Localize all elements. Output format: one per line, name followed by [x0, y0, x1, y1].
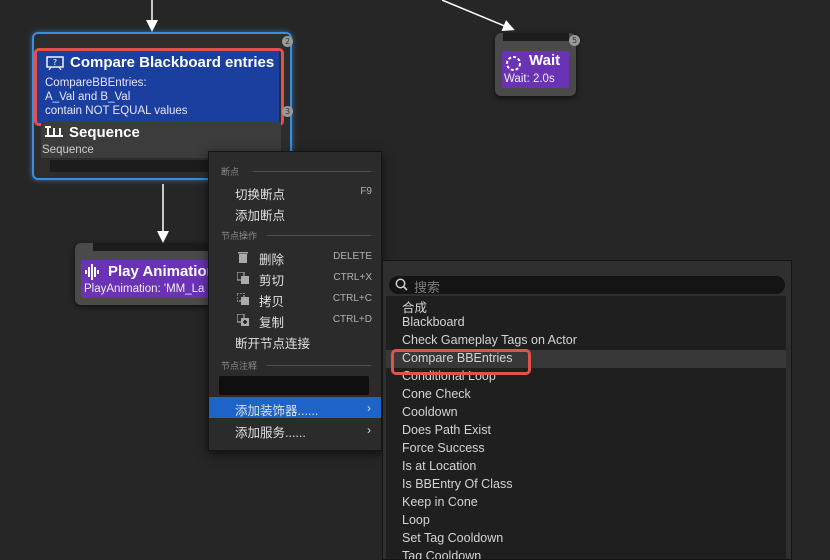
menu-item-break-links[interactable]: 断开节点连接	[209, 330, 381, 351]
list-item-label: Force Success	[402, 441, 485, 455]
menu-item-label: 切换断点	[235, 188, 286, 202]
play-animation-subtitle: PlayAnimation: 'MM_La	[84, 283, 205, 295]
section-divider	[267, 235, 371, 236]
play-animation-node[interactable]: Play Animation PlayAnimation: 'MM_La	[75, 243, 216, 305]
menu-item-label: 添加断点	[235, 209, 286, 223]
list-item[interactable]: Keep in Cone	[386, 494, 786, 512]
node-context-menu: 断点 切换断点 F9 添加断点 节点操作 删除 DELETE 剪切 CTRL+X…	[208, 151, 382, 451]
wait-title: Wait	[529, 52, 561, 69]
list-item[interactable]: Is at Location	[386, 458, 786, 476]
menu-item-copy[interactable]: 拷贝 CTRL+C	[209, 288, 381, 309]
menu-item-shortcut: DELETE	[333, 251, 372, 262]
section-divider	[253, 171, 371, 172]
menu-item-label: 添加服务......	[235, 426, 306, 440]
audio-wave-icon	[85, 264, 99, 280]
menu-item-add-decorator[interactable]: 添加装饰器...... ›	[209, 397, 381, 418]
execution-index-badge: 5	[569, 35, 580, 46]
list-item[interactable]: Cone Check	[386, 386, 786, 404]
execution-index-badge: 3	[282, 106, 293, 117]
decorator-list: 合成 Blackboard Check Gameplay Tags on Act…	[386, 296, 786, 559]
menu-item-duplicate[interactable]: 复制 CTRL+D	[209, 309, 381, 330]
list-item[interactable]: Check Gameplay Tags on Actor	[386, 332, 786, 350]
play-animation-title: Play Animation	[108, 263, 216, 280]
menu-item-label: 断开节点连接	[235, 337, 311, 351]
list-item[interactable]: Blackboard	[386, 314, 786, 332]
menu-item-shortcut: F9	[360, 186, 372, 197]
list-item-label: Cooldown	[402, 405, 458, 419]
list-item-label: Set Tag Cooldown	[402, 531, 504, 545]
list-item[interactable]: Loop	[386, 512, 786, 530]
sequence-icon	[45, 126, 63, 137]
section-divider	[267, 365, 371, 366]
wait-icon	[506, 56, 521, 71]
menu-item-add-service[interactable]: 添加服务...... ›	[209, 419, 381, 440]
decorator-search-input[interactable]: 搜索	[389, 276, 785, 295]
list-item-label: Cone Check	[402, 387, 471, 401]
wait-subtitle: Wait: 2.0s	[504, 73, 555, 85]
chevron-right-icon: ›	[367, 401, 371, 415]
list-item[interactable]: Does Path Exist	[386, 422, 786, 440]
list-item-label: Check Gameplay Tags on Actor	[402, 333, 577, 347]
cut-icon	[237, 272, 249, 284]
duplicate-icon	[237, 314, 249, 326]
trash-icon	[238, 252, 248, 263]
section-header-breakpoints: 断点	[221, 167, 240, 177]
input-pin-strip[interactable]	[93, 243, 215, 251]
node-comment-input[interactable]	[219, 376, 369, 395]
execution-index-badge: 2	[282, 36, 293, 47]
menu-item-label: 拷贝	[259, 295, 285, 309]
decorator-highlight	[34, 48, 284, 126]
search-icon	[395, 278, 408, 291]
menu-item-label: 添加装饰器......	[235, 404, 319, 418]
list-item-label: Keep in Cone	[402, 495, 478, 509]
list-item[interactable]: 合成	[386, 296, 786, 315]
list-item[interactable]: Is BBEntry Of Class	[386, 476, 786, 494]
copy-icon	[237, 293, 249, 305]
list-item-label: Blackboard	[402, 315, 465, 329]
list-item-label: Is BBEntry Of Class	[402, 477, 513, 491]
wire-root-to-wait	[441, 0, 515, 32]
menu-item-label: 复制	[259, 316, 285, 330]
sequence-title: Sequence	[69, 124, 140, 141]
list-item-label: Is at Location	[402, 459, 477, 473]
list-item[interactable]: Tag Cooldown	[386, 548, 786, 559]
list-item[interactable]: Force Success	[386, 440, 786, 458]
item-highlight	[391, 349, 531, 375]
decorator-submenu: 搜索 合成 Blackboard Check Gameplay Tags on …	[382, 260, 792, 560]
menu-item-add-breakpoint[interactable]: 添加断点	[209, 202, 381, 223]
list-item-label: Does Path Exist	[402, 423, 491, 437]
menu-item-delete[interactable]: 删除 DELETE	[209, 246, 381, 267]
menu-item-shortcut: CTRL+X	[333, 272, 372, 283]
menu-item-toggle-breakpoint[interactable]: 切换断点 F9	[209, 181, 381, 202]
menu-item-label: 剪切	[259, 274, 285, 288]
input-pin-strip[interactable]	[503, 33, 569, 41]
menu-item-shortcut: CTRL+D	[332, 314, 372, 325]
menu-item-label: 删除	[259, 253, 285, 267]
wait-node[interactable]: Wait Wait: 2.0s 5	[495, 33, 580, 96]
section-header-node-actions: 节点操作	[221, 231, 258, 241]
chevron-right-icon: ›	[367, 423, 371, 437]
menu-item-shortcut: CTRL+C	[332, 293, 372, 304]
section-header-node-comment: 节点注释	[221, 361, 258, 371]
sequence-subtitle: Sequence	[42, 144, 94, 156]
menu-item-cut[interactable]: 剪切 CTRL+X	[209, 267, 381, 288]
list-item[interactable]: Set Tag Cooldown	[386, 530, 786, 548]
list-item-label: Loop	[402, 513, 430, 527]
search-placeholder: 搜索	[414, 280, 441, 295]
list-item[interactable]: Cooldown	[386, 404, 786, 422]
